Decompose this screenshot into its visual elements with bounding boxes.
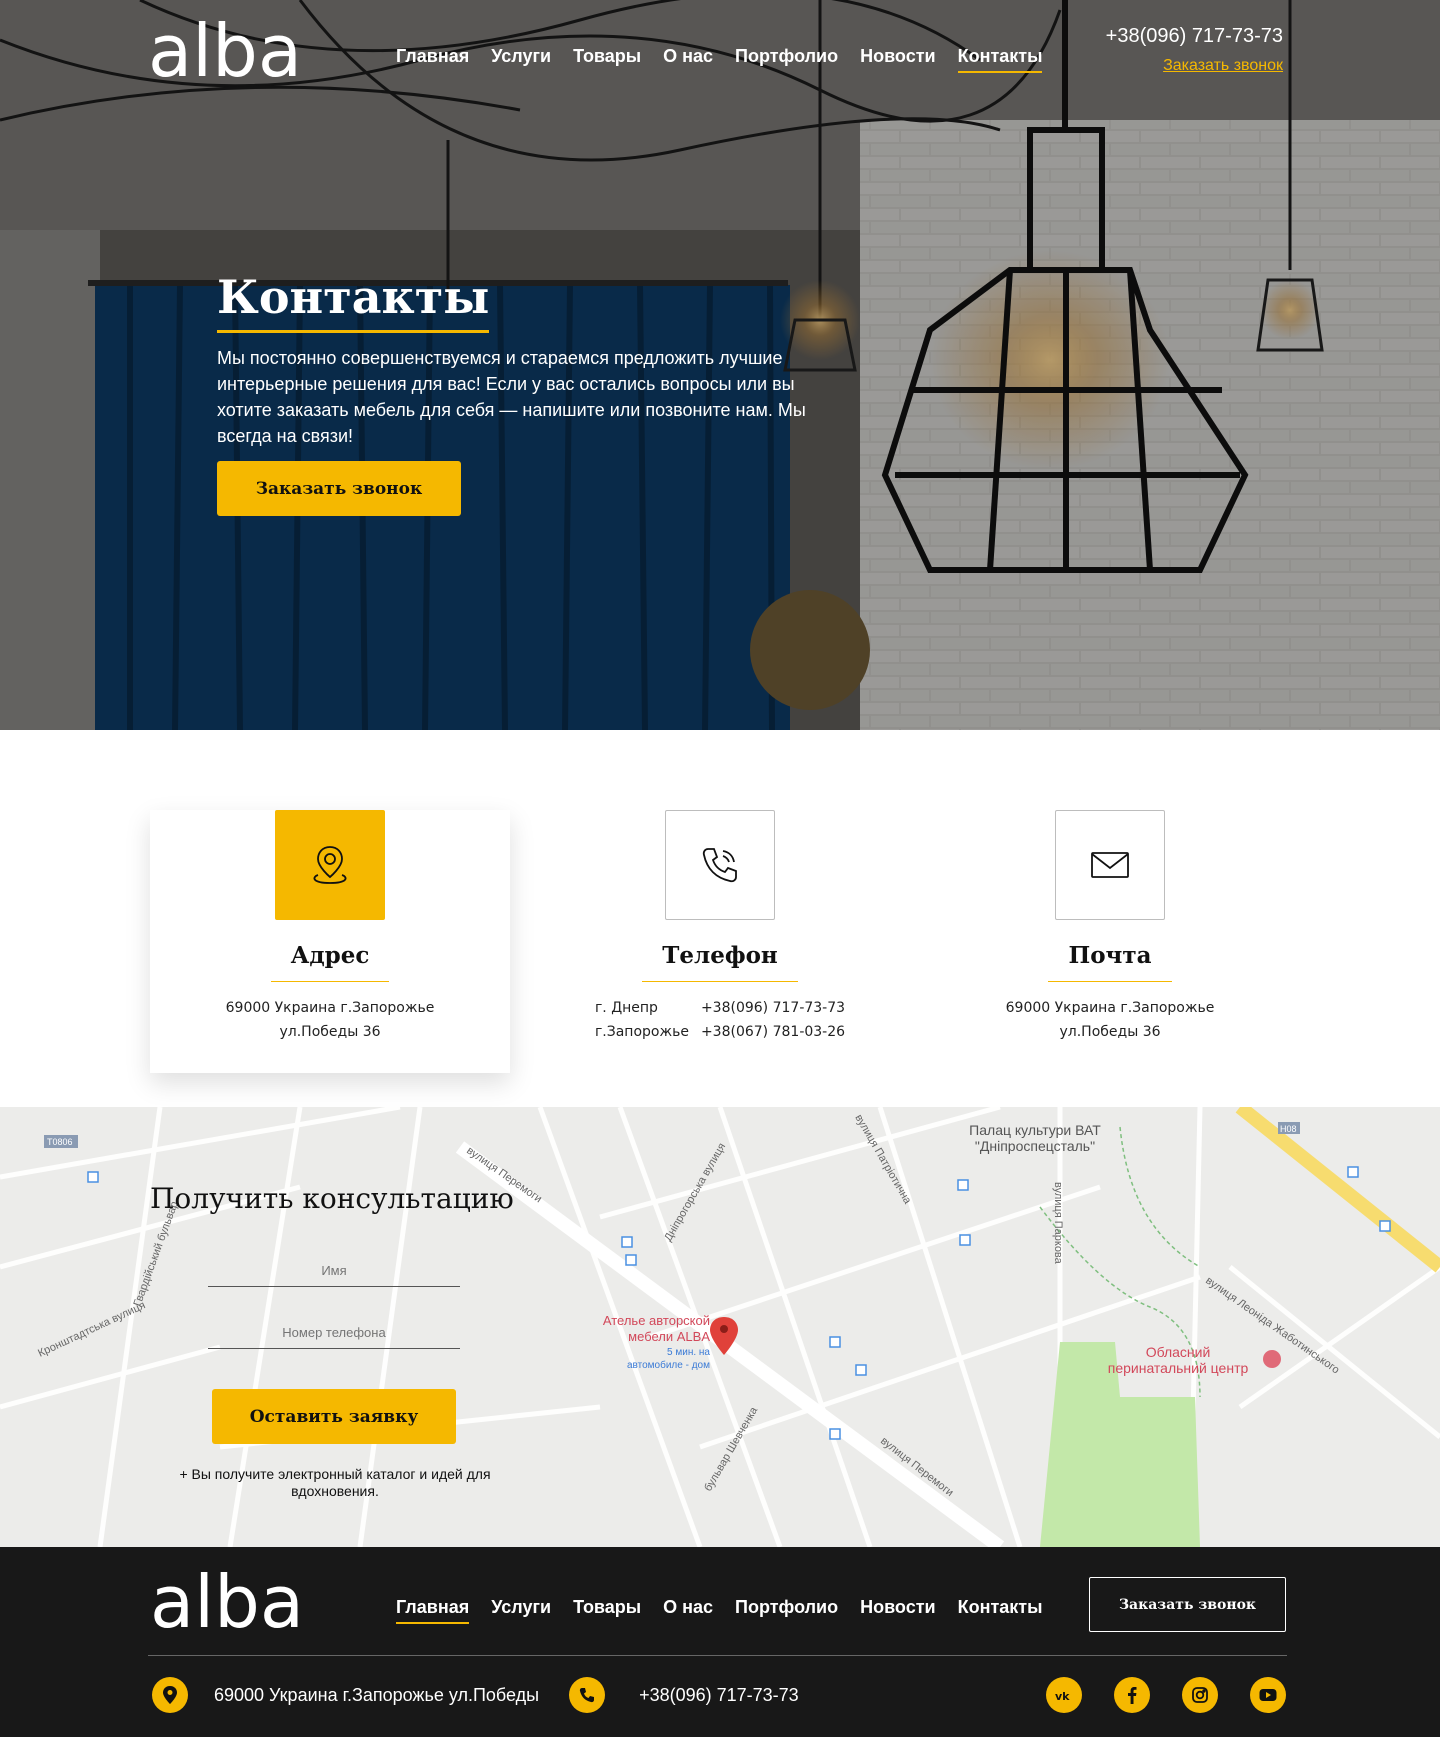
footer-nav-contacts[interactable]: Контакты [958,1597,1043,1624]
footer-nav: Главная Услуги Товары О нас Портфолио Но… [396,1597,1042,1624]
form-title: Получить консультацию [150,1182,514,1215]
svg-text:H08: H08 [1280,1124,1297,1134]
phone-title: Телефон [642,942,798,982]
envelope-icon [1055,810,1165,920]
instagram-icon[interactable] [1182,1677,1218,1713]
phone-icon [665,810,775,920]
nav-services[interactable]: Услуги [491,46,551,73]
footer-call-button[interactable]: Заказать звонок [1089,1577,1286,1632]
phone-number-2[interactable]: +38(067) 781-03-26 [701,1020,845,1044]
footer-contacts: 69000 Украина г.Запорожье ул.Победы +38(… [152,1677,799,1713]
mail-title: Почта [1048,942,1172,982]
address-line-1: 69000 Украина г.Запорожье [225,1000,435,1016]
form-note: + Вы получите электронный каталог и идей… [179,1466,491,1499]
footer-nav-portfolio[interactable]: Портфолио [735,1597,838,1624]
address-text: 69000 Украина г.Запорожье ул.Победы 36 [150,996,510,1044]
phone-input[interactable] [208,1317,460,1349]
nav-portfolio[interactable]: Портфолио [735,46,838,73]
svg-text:alba: alba [148,14,302,86]
svg-text:T0806: T0806 [47,1137,73,1147]
address-card: Адрес 69000 Украина г.Запорожье ул.Побед… [150,810,510,1073]
hospital-icon [1263,1350,1281,1368]
svg-text:автомобиле - дом: автомобиле - дом [627,1359,710,1371]
phone-icon [569,1677,606,1713]
footer-nav-products[interactable]: Товары [573,1597,641,1624]
hero-description: Мы постоянно совершенствуемся и стараемс… [217,348,806,446]
svg-text:вулиця Паркова: вулиця Паркова [1052,1182,1064,1265]
svg-text:5 мин. на: 5 мин. на [667,1347,710,1358]
mail-line-2: ул.Победы 36 [1059,1024,1161,1040]
svg-text:Обласний: Обласний [1146,1344,1211,1360]
location-pin-icon [275,810,385,920]
nav-contacts[interactable]: Контакты [957,46,1043,73]
address-line-2: ул.Победы 36 [279,1024,381,1040]
footer-nav-about[interactable]: О нас [663,1597,713,1624]
hero-content: Контакты Мы постоянно совершенствуемся и… [217,270,837,516]
nav-products[interactable]: Товары [573,46,641,73]
site-footer: alba Главная Услуги Товары О нас Портфол… [0,1547,1440,1737]
footer-nav-home[interactable]: Главная [396,1597,470,1624]
phone-card: Телефон г. Днепр +38(096) 717-73-73 г.За… [540,810,900,1073]
nav-home[interactable]: Главная [396,46,469,73]
footer-address: 69000 Украина г.Запорожье ул.Победы [214,1684,540,1705]
page-title: Контакты [217,270,490,333]
header-call-link[interactable]: Заказать звонок [1163,57,1283,75]
header-phone[interactable]: +38(096) 717-73-73 [1106,25,1283,48]
main-nav: Главная Услуги Товары О нас Портфолио Но… [396,46,1043,73]
social-links: vk [1046,1677,1286,1713]
footer-nav-services[interactable]: Услуги [491,1597,551,1624]
vk-icon[interactable]: vk [1046,1677,1082,1713]
consultation-form: Получить консультацию Оставить заявку + … [150,1182,520,1500]
youtube-icon[interactable] [1250,1677,1286,1713]
mail-text: 69000 Украина г.Запорожье ул.Победы 36 [930,996,1290,1044]
footer-nav-news[interactable]: Новости [860,1597,935,1624]
footer-phone[interactable]: +38(096) 717-73-73 [639,1685,799,1706]
hero-call-button[interactable]: Заказать звонок [217,461,461,516]
svg-text:мебели ALBA: мебели ALBA [628,1329,710,1344]
phone-number-1[interactable]: +38(096) 717-73-73 [701,996,845,1020]
footer-divider [148,1655,1287,1656]
facebook-icon[interactable] [1114,1677,1150,1713]
location-icon [152,1677,188,1713]
svg-text:Палац культури ВАТ: Палац культури ВАТ [969,1122,1101,1138]
svg-text:Ателье авторской: Ателье авторской [603,1313,710,1328]
svg-text:перинатальний центр: перинатальний центр [1108,1360,1249,1376]
footer-alba-logo[interactable]: alba [150,1565,304,1637]
alba-logo[interactable]: alba [148,14,302,86]
name-input[interactable] [208,1255,460,1287]
site-header: alba Главная Услуги Товары О нас Портфол… [0,0,1440,110]
mail-line-1: 69000 Украина г.Запорожье [1005,1000,1215,1016]
address-title: Адрес [270,942,390,982]
contact-cards-section: Адрес 69000 Украина г.Запорожье ул.Побед… [0,730,1440,1107]
svg-text:alba: alba [150,1565,304,1637]
submit-request-button[interactable]: Оставить заявку [212,1389,456,1444]
nav-news[interactable]: Новости [860,46,935,73]
nav-about[interactable]: О нас [663,46,713,73]
svg-text:"Дніпроспецсталь": "Дніпроспецсталь" [975,1138,1095,1154]
map-section: T0806 H08 вулиця Перемоги вулиця Перемог… [0,1107,1440,1547]
phone-city-1: г. Днепр [594,1000,658,1016]
svg-text:vk: vk [1055,1690,1070,1701]
hero-section: alba Главная Услуги Товары О нас Портфол… [0,0,1440,730]
phone-city-2: г.Запорожье [594,1024,689,1040]
mail-card: Почта 69000 Украина г.Запорожье ул.Побед… [930,810,1290,1073]
phone-list: г. Днепр +38(096) 717-73-73 г.Запорожье … [595,996,845,1044]
